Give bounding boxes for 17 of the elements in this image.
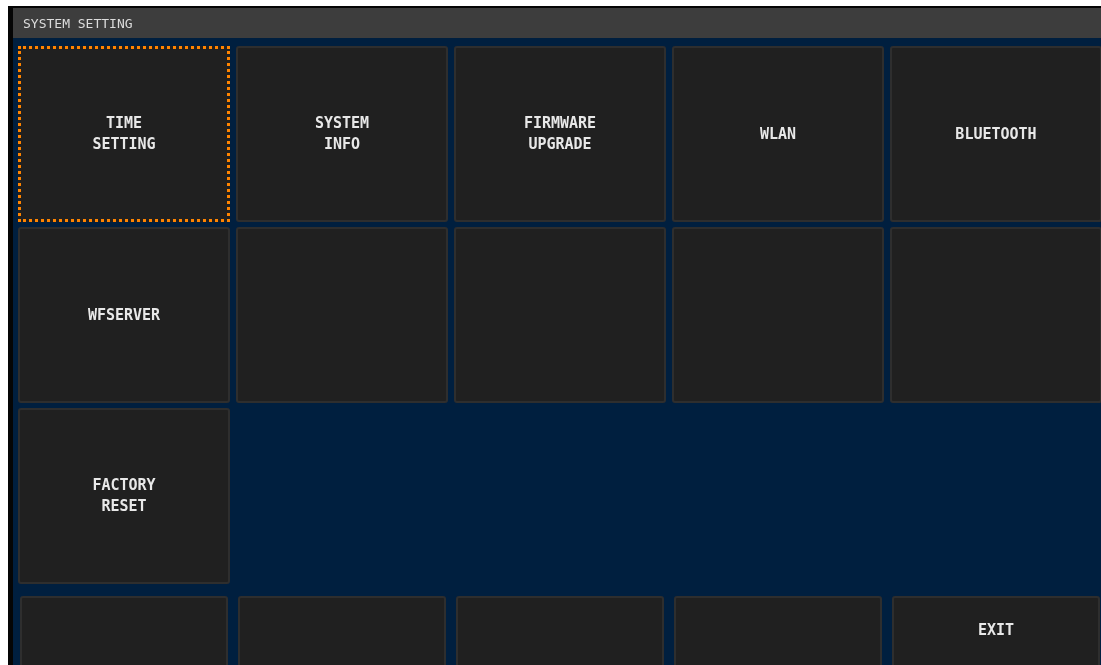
menu-button[interactable]: WLAN bbox=[672, 46, 884, 222]
menu-button[interactable]: FACTORY RESET bbox=[18, 408, 230, 584]
menu-button[interactable]: TIME SETTING bbox=[18, 46, 230, 222]
empty-button[interactable] bbox=[20, 596, 228, 665]
empty-button[interactable] bbox=[456, 596, 664, 665]
menu-button[interactable]: BLUETOOTH bbox=[890, 46, 1101, 222]
exit-button[interactable]: EXIT bbox=[892, 596, 1100, 665]
menu-button[interactable]: FIRMWARE UPGRADE bbox=[454, 46, 666, 222]
menu-button[interactable]: WFSERVER bbox=[18, 227, 230, 403]
window-title: SYSTEM SETTING bbox=[23, 15, 133, 31]
empty-button[interactable] bbox=[890, 227, 1101, 403]
menu-button[interactable]: SYSTEM INFO bbox=[236, 46, 448, 222]
empty-button[interactable] bbox=[454, 227, 666, 403]
empty-button[interactable] bbox=[238, 596, 446, 665]
empty-button[interactable] bbox=[674, 596, 882, 665]
empty-button[interactable] bbox=[236, 227, 448, 403]
empty-button[interactable] bbox=[672, 227, 884, 403]
